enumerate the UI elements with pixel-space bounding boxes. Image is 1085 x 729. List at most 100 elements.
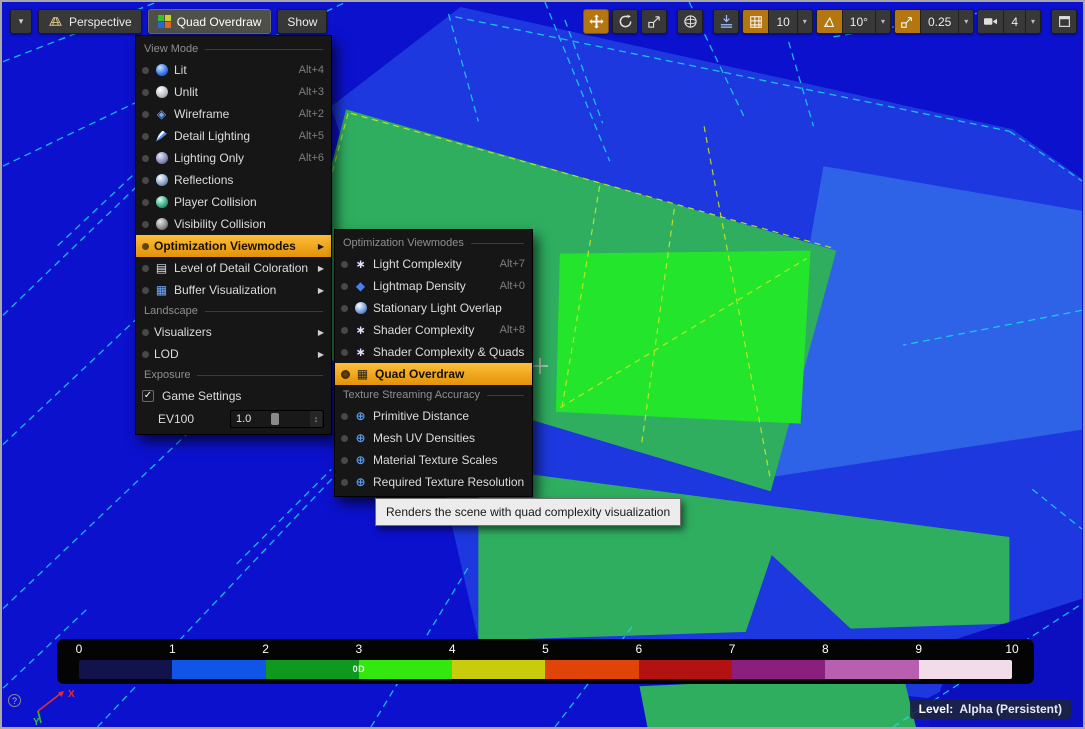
scale-gradient-strip	[79, 660, 1012, 679]
menu-item-lod[interactable]: LOD ▶	[136, 343, 331, 365]
show-button[interactable]: Show	[277, 9, 327, 34]
menu-item-lod-coloration[interactable]: ▤ Level of Detail Coloration ▶	[136, 257, 331, 279]
radio-indicator	[142, 243, 149, 250]
submenu-arrow-icon: ▶	[318, 264, 324, 273]
radio-indicator	[142, 351, 149, 358]
viewport-window: ▾ Perspective Quad Overdraw Show	[0, 0, 1085, 729]
rotation-snap-value[interactable]: 10°	[842, 10, 875, 33]
scale-snap-value[interactable]: 0.25	[920, 10, 958, 33]
ev100-slider[interactable]: 1.0 ↕	[230, 410, 324, 428]
scale-snap-icon	[900, 15, 914, 29]
ev100-value: 1.0	[231, 413, 251, 425]
brush-icon	[154, 129, 169, 144]
viewmode-button[interactable]: Quad Overdraw	[148, 9, 272, 34]
radio-indicator	[142, 329, 149, 336]
rotate-tool-button[interactable]	[612, 9, 638, 34]
material-texture-scales-icon: ⊕	[353, 453, 368, 468]
menu-item-shader-complexity-quads[interactable]: ∗ Shader Complexity & Quads	[335, 341, 532, 363]
buffer-visualization-icon: ▦	[154, 283, 169, 298]
menu-item-optimization-viewmodes[interactable]: Optimization Viewmodes ▶	[136, 235, 331, 257]
camera-speed-caret[interactable]: ▾	[1025, 10, 1040, 33]
level-status-badge: Level: Alpha (Persistent)	[910, 699, 1071, 719]
optimization-viewmodes-submenu: Optimization Viewmodes ∗ Light Complexit…	[334, 229, 533, 497]
menu-item-quad-overdraw[interactable]: ▦ Quad Overdraw	[335, 363, 532, 385]
translate-tool-button[interactable]	[583, 9, 609, 34]
radio-indicator	[142, 199, 149, 206]
menu-item-light-complexity[interactable]: ∗ Light Complexity Alt+7	[335, 253, 532, 275]
grid-snap-group: 10 ▾	[742, 9, 812, 34]
menu-item-wireframe[interactable]: ◈ Wireframe Alt+2	[136, 103, 331, 125]
menu-item-lit[interactable]: Lit Alt+4	[136, 59, 331, 81]
radio-indicator	[341, 457, 348, 464]
grid-snap-toggle[interactable]	[743, 10, 768, 33]
menu-item-visualizers[interactable]: Visualizers ▶	[136, 321, 331, 343]
lighting-only-icon	[154, 151, 169, 166]
menu-item-lighting-only[interactable]: Lighting Only Alt+6	[136, 147, 331, 169]
menu-item-mesh-uv-densities[interactable]: ⊕ Mesh UV Densities	[335, 427, 532, 449]
menu-item-visibility-collision[interactable]: Visibility Collision	[136, 213, 331, 235]
exposure-header: Exposure	[136, 365, 331, 385]
scale-tool-button[interactable]	[641, 9, 667, 34]
lit-icon	[154, 63, 169, 78]
level-value: Alpha (Persistent)	[959, 702, 1062, 716]
camera-speed-value[interactable]: 4	[1003, 10, 1025, 33]
menu-item-detail-lighting[interactable]: Detail Lighting Alt+5	[136, 125, 331, 147]
scale-snap-caret[interactable]: ▾	[958, 10, 973, 33]
y-axis-label: Y	[33, 717, 40, 727]
quad-overdraw-icon: ▦	[355, 367, 370, 382]
visibility-collision-icon	[154, 217, 169, 232]
lod-coloration-icon: ▤	[154, 261, 169, 276]
ev100-slider-handle[interactable]	[271, 413, 279, 425]
menu-item-required-texture-resolution[interactable]: ⊕ Required Texture Resolution	[335, 471, 532, 493]
globe-icon	[683, 14, 698, 29]
tooltip: Renders the scene with quad complexity v…	[375, 498, 681, 526]
rotation-snap-caret[interactable]: ▾	[875, 10, 890, 33]
grid-snap-caret[interactable]: ▾	[797, 10, 812, 33]
overdraw-scale-legend: 0 1 2 3 4 5 6 7 8 9 10	[57, 639, 1034, 684]
menu-item-reflections[interactable]: Reflections	[136, 169, 331, 191]
light-complexity-icon: ∗	[353, 257, 368, 272]
maximize-viewport-button[interactable]	[1051, 9, 1077, 34]
menu-item-game-settings[interactable]: ✓ Game Settings	[136, 385, 331, 407]
landscape-header: Landscape	[136, 301, 331, 321]
radio-indicator	[142, 89, 149, 96]
help-icon[interactable]: ?	[8, 694, 21, 707]
ev100-row: EV100 1.0 ↕	[136, 407, 331, 431]
perspective-label: Perspective	[69, 15, 132, 29]
grid-snap-value[interactable]: 10	[768, 10, 796, 33]
world-local-toggle-button[interactable]	[677, 9, 703, 34]
mesh-uv-densities-icon: ⊕	[353, 431, 368, 446]
submenu-arrow-icon: ▶	[318, 242, 324, 251]
menu-item-primitive-distance[interactable]: ⊕ Primitive Distance	[335, 405, 532, 427]
radio-indicator	[341, 261, 348, 268]
view-mode-menu: View Mode Lit Alt+4 Unlit Alt+3 ◈ Wirefr…	[135, 35, 332, 435]
ev100-spinner[interactable]: ↕	[310, 411, 322, 427]
radio-indicator-selected	[341, 370, 350, 379]
menu-item-shader-complexity[interactable]: ∗ Shader Complexity Alt+8	[335, 319, 532, 341]
x-axis-label: X	[68, 689, 75, 700]
radio-indicator	[142, 67, 149, 74]
shader-complexity-quads-icon: ∗	[353, 345, 368, 360]
perspective-button[interactable]: Perspective	[38, 9, 142, 34]
menu-item-player-collision[interactable]: Player Collision	[136, 191, 331, 213]
surface-snap-icon	[719, 14, 734, 29]
move-icon	[589, 14, 603, 28]
menu-item-stationary-light-overlap[interactable]: Stationary Light Overlap	[335, 297, 532, 319]
viewport-options-button[interactable]: ▾	[10, 9, 32, 34]
radio-indicator	[142, 177, 149, 184]
radio-indicator	[341, 349, 348, 356]
camera-speed-group: 4 ▾	[977, 9, 1041, 34]
menu-item-unlit[interactable]: Unlit Alt+3	[136, 81, 331, 103]
menu-item-buffer-visualization[interactable]: ▦ Buffer Visualization ▶	[136, 279, 331, 301]
camera-speed-toggle[interactable]	[978, 10, 1003, 33]
game-settings-checkbox[interactable]: ✓	[142, 390, 154, 402]
rotation-snap-group: 10° ▾	[816, 9, 891, 34]
menu-item-material-texture-scales[interactable]: ⊕ Material Texture Scales	[335, 449, 532, 471]
rotation-snap-toggle[interactable]	[817, 10, 842, 33]
radio-indicator	[341, 305, 348, 312]
surface-snapping-button[interactable]	[713, 9, 739, 34]
submenu-arrow-icon: ▶	[318, 286, 324, 295]
menu-item-lightmap-density[interactable]: ◆ Lightmap Density Alt+0	[335, 275, 532, 297]
scale-snap-toggle[interactable]	[895, 10, 920, 33]
radio-indicator	[142, 111, 149, 118]
